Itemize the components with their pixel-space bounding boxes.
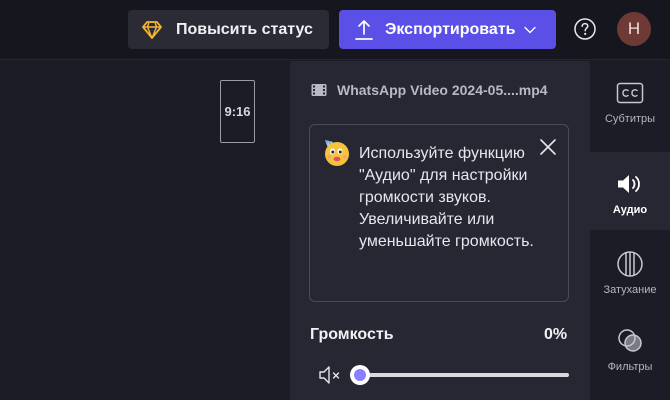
tip-card: Используйте функцию "Аудио" для настройк… — [309, 124, 569, 302]
rail-item-filters[interactable]: Фильтры — [590, 309, 670, 387]
rail-item-label: Затухание — [603, 284, 657, 296]
file-name: WhatsApp Video 2024-05....mp4 — [337, 82, 548, 98]
diamond-icon — [142, 20, 162, 39]
film-icon — [311, 83, 327, 97]
top-bar: Повысить статус Экспортировать Н — [0, 0, 670, 60]
captions-icon — [616, 79, 644, 107]
slider-track — [358, 373, 569, 377]
export-button[interactable]: Экспортировать — [339, 10, 556, 49]
tip-text: Используйте функцию "Аудио" для настройк… — [359, 145, 534, 250]
file-header: WhatsApp Video 2024-05....mp4 — [311, 82, 548, 98]
chevron-down-icon[interactable] — [523, 26, 536, 34]
aspect-ratio-button[interactable]: 9:16 — [220, 80, 255, 143]
volume-slider[interactable] — [350, 365, 570, 385]
slider-thumb[interactable] — [350, 365, 370, 385]
upload-icon — [355, 19, 373, 41]
upgrade-button[interactable]: Повысить статус — [128, 10, 329, 49]
speaker-muted-icon[interactable] — [318, 364, 342, 386]
export-label: Экспортировать — [385, 20, 516, 38]
volume-label: Громкость — [310, 326, 394, 343]
rail-item-audio[interactable]: Аудио — [590, 152, 670, 230]
rail-item-label: Фильтры — [607, 361, 653, 373]
rail-item-label: Субтитры — [604, 113, 656, 125]
upgrade-label: Повысить статус — [176, 20, 313, 38]
rail-item-label: Аудио — [612, 204, 648, 216]
speaker-icon — [616, 170, 644, 198]
volume-value: 0% — [544, 326, 568, 343]
rail-item-fade[interactable]: Затухание — [590, 232, 670, 310]
fade-icon — [616, 250, 644, 278]
avatar[interactable]: Н — [617, 12, 651, 46]
help-icon[interactable] — [573, 17, 597, 41]
party-face-emoji — [321, 138, 351, 168]
close-icon[interactable] — [537, 136, 559, 158]
filters-icon — [616, 327, 644, 355]
rail-item-subtitles[interactable]: Субтитры — [590, 61, 670, 139]
